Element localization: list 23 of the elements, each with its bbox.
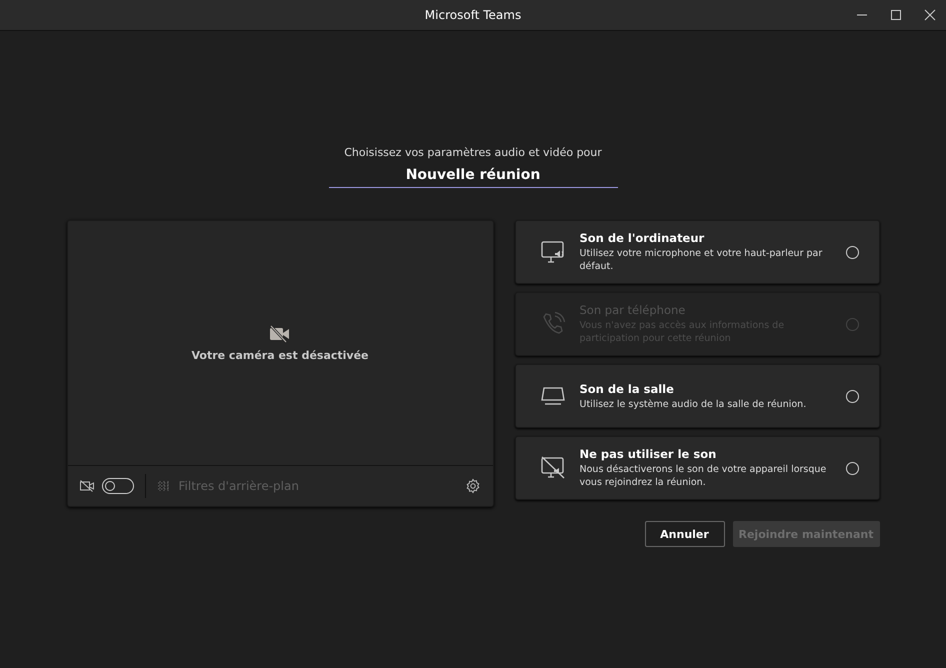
audio-option[interactable]: Son de la salle Utilisez le système audio de la salle de réunion. — [514, 364, 880, 428]
monitor-crossed-icon — [540, 455, 566, 481]
filter-grid-icon — [156, 480, 170, 492]
option-title: Son de l'ordinateur — [580, 231, 706, 245]
cancel-button[interactable]: Annuler — [644, 521, 724, 547]
camera-status-text: Votre caméra est désactivée — [191, 348, 369, 362]
monitor-speaker-icon — [540, 239, 566, 265]
audio-option[interactable]: Son de l'ordinateur Utilisez votre microphone et votre haut-parleur par défaut. — [514, 220, 880, 284]
camera-off-icon — [80, 480, 94, 492]
option-description: Utilisez le système audio de la salle de réunion. — [580, 398, 808, 410]
camera-toggle[interactable] — [102, 478, 134, 494]
option-title: Son de la salle — [580, 382, 675, 396]
meeting-name-field[interactable]: Nouvelle réunion — [328, 165, 618, 188]
close-icon[interactable] — [924, 9, 936, 21]
heading: Choisissez vos paramètres audio et vidéo pour — [344, 146, 602, 159]
option-description: Nous désactiverons le son de votre appareil lorsque vous rejoindrez la réunion. — [580, 463, 828, 489]
audio-option[interactable]: Ne pas utiliser le son Nous désactiverons le son de votre appareil lorsque vous rejoindrez la réunion. — [514, 436, 880, 500]
window-title: Microsoft Teams — [424, 8, 522, 22]
camera-off-icon — [269, 324, 291, 342]
maximize-icon[interactable] — [890, 9, 902, 21]
option-title: Ne pas utiliser le son — [580, 447, 718, 461]
option-description: Utilisez votre microphone et votre haut-parleur par défaut. — [580, 247, 824, 273]
settings-icon[interactable] — [464, 478, 480, 494]
